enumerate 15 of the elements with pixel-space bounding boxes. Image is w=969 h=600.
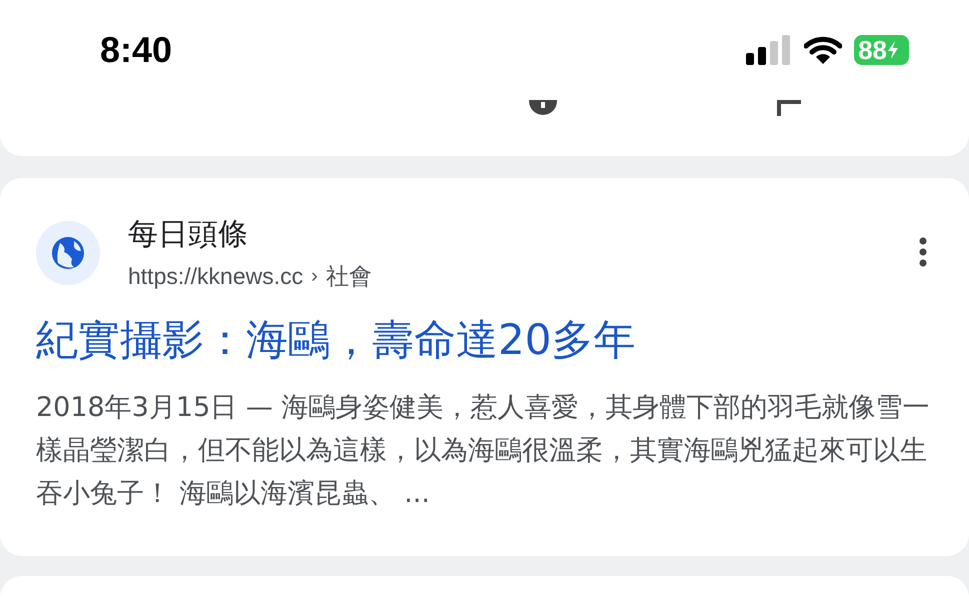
breadcrumb: 社會 [326,262,372,291]
clock-time: 8:40 [100,29,172,71]
battery-level: 88 [858,34,887,66]
info-icon[interactable] [528,100,558,116]
charging-icon [887,40,899,60]
site-name: 每日頭條 [128,216,249,254]
flag-icon[interactable] [775,100,803,116]
result-title-link[interactable]: 紀實攝影：海鷗，壽命達20多年 [36,312,933,368]
result-snippet: 2018年3月15日 — 海鷗身姿健美，惹人喜愛，其身體下部的羽毛就像雪一樣晶瑩潔白，但不能以為這樣，以為海鷗很溫柔，其實海鷗兇猛起來可以生吞小兔子！ 海鷗以海濱昆蟲、 ... [36,391,930,511]
wifi-icon [804,36,842,64]
signal-icon [746,35,792,65]
globe-icon [36,221,100,285]
site-url: https://kknews.cc [128,263,304,290]
more-icon [919,236,927,266]
breadcrumb-separator: › [311,265,318,288]
